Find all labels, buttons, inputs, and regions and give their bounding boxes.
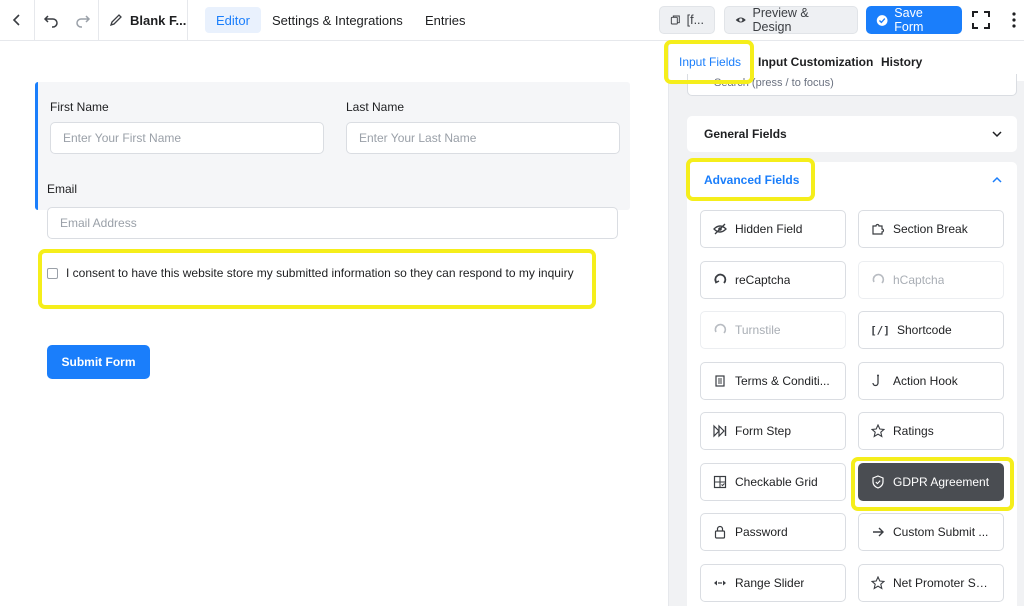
shortcode-copy-button[interactable]: [f... xyxy=(659,6,715,34)
back-button[interactable] xyxy=(0,0,34,40)
gdpr-consent-field[interactable]: I consent to have this website store my … xyxy=(47,266,574,280)
shield-icon xyxy=(871,475,885,489)
field-turnstile[interactable]: Turnstile xyxy=(700,311,846,349)
field-label: Turnstile xyxy=(735,323,781,337)
star-outline-icon xyxy=(871,576,885,590)
copy-icon xyxy=(670,15,680,25)
email-input[interactable] xyxy=(47,207,618,239)
consent-checkbox[interactable] xyxy=(47,267,58,279)
redo-icon xyxy=(76,15,91,28)
field-shortcode[interactable]: [/] Shortcode xyxy=(858,311,1004,349)
field-custom-submit-button[interactable]: Custom Submit ... xyxy=(858,513,1004,551)
save-label: Save Form xyxy=(894,6,924,34)
field-search-input[interactable]: Search (press / to focus) xyxy=(687,74,1017,96)
email-label: Email xyxy=(47,182,78,196)
chevron-up-icon xyxy=(992,176,1002,183)
field-label: Ratings xyxy=(893,424,934,438)
field-hidden-field[interactable]: Hidden Field xyxy=(700,210,846,248)
last-name-input[interactable] xyxy=(346,122,620,154)
pencil-icon xyxy=(109,14,122,27)
general-fields-header[interactable]: General Fields xyxy=(687,116,1017,152)
field-action-hook[interactable]: Action Hook xyxy=(858,362,1004,400)
field-label: Form Step xyxy=(735,424,792,438)
field-label: Section Break xyxy=(893,222,968,236)
field-net-promoter-score[interactable]: Net Promoter Sc... xyxy=(858,564,1004,602)
preview-label: Preview & Design xyxy=(752,6,809,34)
field-label: Hidden Field xyxy=(735,222,803,236)
first-name-label: First Name xyxy=(50,100,109,114)
turnstile-icon xyxy=(713,323,727,337)
eye-icon xyxy=(735,17,746,23)
step-forward-icon xyxy=(713,424,727,438)
undo-icon xyxy=(43,15,58,28)
tab-settings-integrations[interactable]: Settings & Integrations xyxy=(261,7,414,33)
preview-design-button[interactable]: Preview & Design xyxy=(724,6,858,34)
range-icon xyxy=(713,576,727,590)
tab-input-fields[interactable]: Input Fields xyxy=(679,55,741,69)
more-options-button[interactable] xyxy=(1004,0,1024,40)
field-gdpr-agreement[interactable]: GDPR Agreement xyxy=(858,463,1004,501)
advanced-fields-label: Advanced Fields xyxy=(704,173,800,187)
undo-button[interactable] xyxy=(36,0,66,40)
field-label: GDPR Agreement xyxy=(893,475,990,489)
recaptcha-icon xyxy=(713,273,727,287)
chevron-left-icon xyxy=(12,14,20,26)
eye-slash-icon xyxy=(713,222,727,236)
field-ratings[interactable]: Ratings xyxy=(858,412,1004,450)
field-label: Range Slider xyxy=(735,576,805,590)
scroll-icon xyxy=(713,374,727,388)
field-label: Action Hook xyxy=(893,374,958,388)
advanced-fields-list: Hidden Field Section Break reCaptcha hCa… xyxy=(687,198,1017,606)
submit-form-button[interactable]: Submit Form xyxy=(47,345,150,379)
field-label: Terms & Conditi... xyxy=(735,374,830,388)
first-name-input[interactable] xyxy=(50,122,324,154)
fullscreen-icon xyxy=(972,11,990,29)
field-form-step[interactable]: Form Step xyxy=(700,412,846,450)
tab-entries[interactable]: Entries xyxy=(414,7,476,33)
name-field-container[interactable]: First Name Last Name xyxy=(35,82,630,210)
form-title-text: Blank F... xyxy=(130,12,187,28)
puzzle-icon xyxy=(871,222,885,236)
fullscreen-button[interactable] xyxy=(968,0,994,40)
general-fields-label: General Fields xyxy=(704,127,787,141)
arrow-right-icon xyxy=(871,525,885,539)
advanced-fields-header[interactable]: Advanced Fields xyxy=(687,162,1017,198)
field-recaptcha[interactable]: reCaptcha xyxy=(700,261,846,299)
tab-input-customization[interactable]: Input Customization xyxy=(758,55,873,69)
shortcode-label: [f... xyxy=(686,13,704,27)
chevron-down-icon xyxy=(992,131,1002,138)
field-password[interactable]: Password xyxy=(700,513,846,551)
field-label: Custom Submit ... xyxy=(893,525,989,539)
top-toolbar: Blank F... Editor Settings & Integration… xyxy=(0,0,1024,41)
field-checkable-grid[interactable]: Checkable Grid xyxy=(700,463,846,501)
form-title[interactable]: Blank F... xyxy=(108,0,186,40)
star-icon xyxy=(871,424,885,438)
field-label: Password xyxy=(735,525,788,539)
field-range-slider[interactable]: Range Slider xyxy=(700,564,846,602)
tab-editor[interactable]: Editor xyxy=(205,7,261,33)
field-label: Shortcode xyxy=(897,323,952,337)
fields-panel: Input Fields Input Customization History… xyxy=(668,41,1024,606)
field-label: Net Promoter Sc... xyxy=(893,576,991,590)
field-label: Checkable Grid xyxy=(735,475,818,489)
field-hcaptcha[interactable]: hCaptcha xyxy=(858,261,1004,299)
form-editor-canvas: First Name Last Name Email I consent to … xyxy=(0,41,668,606)
tab-history[interactable]: History xyxy=(881,55,922,69)
lock-icon xyxy=(713,525,727,539)
shortcode-icon: [/] xyxy=(870,323,890,337)
grid-check-icon xyxy=(713,475,727,489)
field-section-break[interactable]: Section Break xyxy=(858,210,1004,248)
field-label: hCaptcha xyxy=(893,273,945,287)
hcaptcha-icon xyxy=(871,273,885,287)
redo-button[interactable] xyxy=(68,0,98,40)
save-form-button[interactable]: Save Form xyxy=(866,6,962,34)
last-name-label: Last Name xyxy=(346,100,405,114)
field-terms-conditions[interactable]: Terms & Conditi... xyxy=(700,362,846,400)
search-placeholder: Search (press / to focus) xyxy=(714,77,834,89)
more-vertical-icon xyxy=(1012,12,1016,28)
check-circle-icon xyxy=(876,14,888,26)
hook-icon xyxy=(871,374,885,388)
consent-text: I consent to have this website store my … xyxy=(66,266,574,280)
field-label: reCaptcha xyxy=(735,273,791,287)
